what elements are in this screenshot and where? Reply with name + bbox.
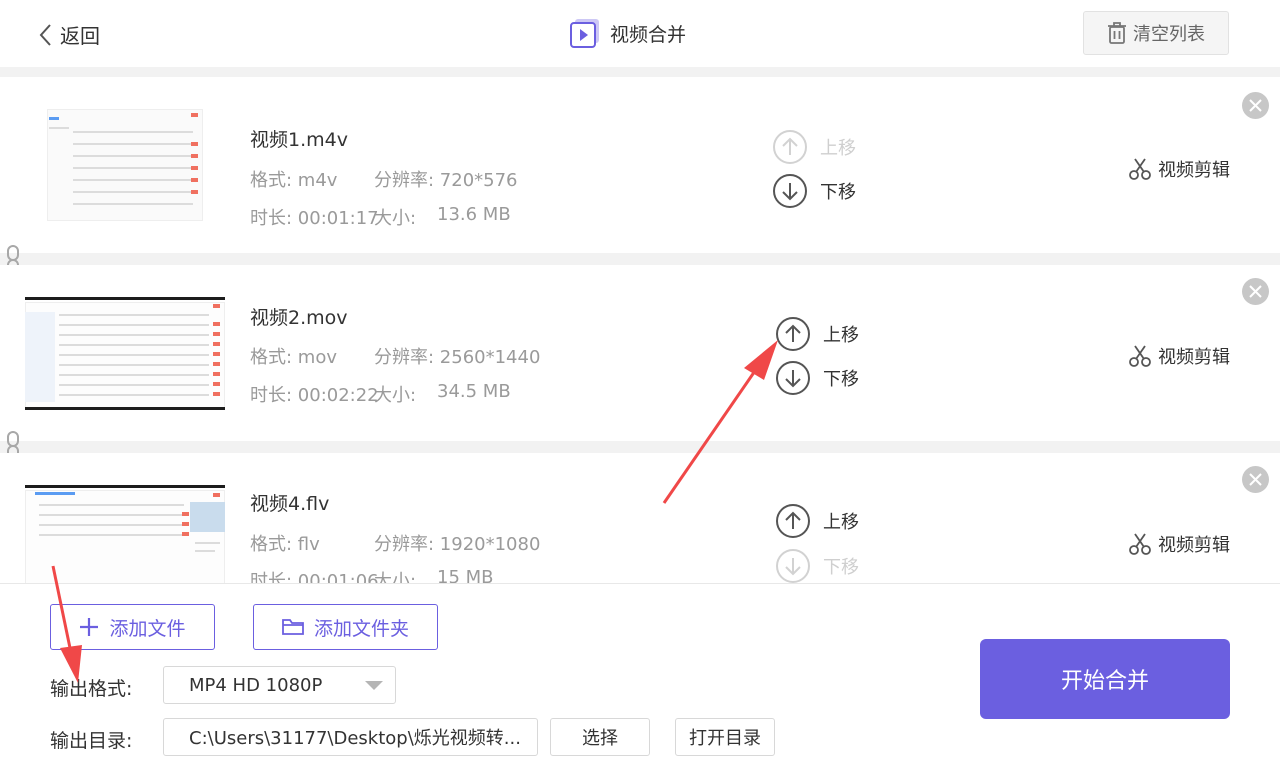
video-resolution: 分辨率: 1920*1080 bbox=[374, 534, 541, 555]
move-down-label: 下移 bbox=[823, 369, 859, 390]
video-edit-label: 视频剪辑 bbox=[1158, 347, 1230, 368]
video-format: 格式: m4v bbox=[250, 170, 338, 191]
move-up-button[interactable]: 上移 bbox=[775, 503, 859, 539]
start-merge-label: 开始合并 bbox=[1060, 669, 1149, 694]
video-resolution: 分辨率: 720*576 bbox=[374, 170, 518, 191]
move-down-button[interactable]: 下移 bbox=[775, 360, 859, 396]
arrow-up-circle-icon bbox=[773, 130, 807, 164]
video-item: 视频2.mov 格式: mov 分辨率: 2560*1440 时长: 00:02… bbox=[0, 265, 1280, 441]
arrow-down-circle-icon bbox=[776, 361, 810, 395]
video-edit-button[interactable]: 视频剪辑 bbox=[1128, 156, 1230, 182]
close-icon bbox=[1249, 99, 1262, 112]
video-duration: 时长: 00:01:17 bbox=[250, 208, 379, 229]
video-edit-button[interactable]: 视频剪辑 bbox=[1128, 531, 1230, 557]
video-item: 视频1.m4v 格式: m4v 分辨率: 720*576 时长: 00:01:1… bbox=[0, 77, 1280, 253]
close-icon bbox=[1249, 285, 1262, 298]
video-thumbnail bbox=[25, 485, 225, 583]
move-up-label: 上移 bbox=[823, 512, 859, 533]
move-up-label: 上移 bbox=[820, 138, 856, 159]
video-file-name: 视频2.mov bbox=[250, 307, 348, 329]
video-file-name: 视频1.m4v bbox=[250, 129, 348, 151]
open-dir-label: 打开目录 bbox=[689, 728, 761, 749]
scissors-icon bbox=[1129, 533, 1151, 555]
output-format-label: 输出格式: bbox=[50, 678, 133, 700]
add-file-button[interactable]: 添加文件 bbox=[50, 604, 215, 650]
remove-item-button[interactable] bbox=[1242, 278, 1269, 305]
video-edit-label: 视频剪辑 bbox=[1158, 160, 1230, 181]
move-up-label: 上移 bbox=[823, 325, 859, 346]
open-dir-button[interactable]: 打开目录 bbox=[675, 718, 775, 756]
video-format: 格式: mov bbox=[250, 347, 337, 368]
choose-dir-button[interactable]: 选择 bbox=[550, 718, 650, 756]
trash-icon bbox=[1108, 22, 1126, 44]
clear-list-label: 清空列表 bbox=[1133, 24, 1205, 45]
video-size-value: 34.5 MB bbox=[437, 381, 511, 402]
video-edit-label: 视频剪辑 bbox=[1158, 535, 1230, 556]
video-size-value: 13.6 MB bbox=[437, 204, 511, 225]
back-button[interactable]: 返回 bbox=[38, 20, 100, 49]
video-merge-icon bbox=[570, 19, 599, 48]
arrow-up-circle-icon bbox=[776, 504, 810, 538]
video-duration: 时长: 00:01:06 bbox=[250, 571, 379, 583]
video-thumbnail bbox=[25, 297, 225, 410]
header: 返回 视频合并 清空列表 bbox=[0, 0, 1280, 67]
output-dir-field[interactable]: C:\Users\31177\Desktop\烁光视频转... bbox=[163, 718, 538, 756]
video-size-label: 大小: bbox=[374, 571, 417, 583]
add-file-label: 添加文件 bbox=[109, 617, 186, 640]
remove-item-button[interactable] bbox=[1242, 92, 1269, 119]
page-title: 视频合并 bbox=[570, 18, 686, 48]
scissors-icon bbox=[1129, 158, 1151, 180]
folder-icon bbox=[282, 619, 304, 635]
remove-item-button[interactable] bbox=[1242, 466, 1269, 493]
start-merge-button[interactable]: 开始合并 bbox=[980, 639, 1230, 719]
chevron-left-icon bbox=[39, 23, 51, 46]
arrow-up-circle-icon bbox=[776, 317, 810, 351]
chevron-down-icon bbox=[365, 681, 383, 690]
scissors-icon bbox=[1129, 345, 1151, 367]
output-dir-value: C:\Users\31177\Desktop\烁光视频转... bbox=[189, 728, 521, 749]
clear-list-button[interactable]: 清空列表 bbox=[1083, 11, 1229, 55]
video-size-label: 大小: bbox=[374, 385, 417, 406]
output-dir-label: 输出目录: bbox=[50, 730, 133, 752]
move-up-button[interactable]: 上移 bbox=[772, 129, 856, 165]
video-format: 格式: flv bbox=[250, 534, 320, 555]
bottom-panel: 添加文件 添加文件夹 输出格式: MP4 HD 1080P 输出目录: C:\U… bbox=[0, 583, 1280, 769]
video-resolution: 分辨率: 2560*1440 bbox=[374, 347, 541, 368]
video-size-label: 大小: bbox=[374, 208, 417, 229]
move-down-label: 下移 bbox=[823, 557, 859, 578]
arrow-down-circle-icon bbox=[773, 174, 807, 208]
move-down-label: 下移 bbox=[820, 182, 856, 203]
output-format-select[interactable]: MP4 HD 1080P bbox=[163, 666, 396, 704]
video-size-value: 15 MB bbox=[437, 567, 494, 583]
move-down-button[interactable]: 下移 bbox=[772, 173, 856, 209]
page-title-text: 视频合并 bbox=[610, 23, 687, 46]
back-label: 返回 bbox=[60, 24, 100, 48]
arrow-down-circle-icon bbox=[776, 549, 810, 583]
plus-icon bbox=[80, 618, 99, 636]
video-item: 视频4.flv 格式: flv 分辨率: 1920*1080 时长: 00:01… bbox=[0, 453, 1280, 583]
video-thumbnail bbox=[25, 97, 225, 230]
move-up-button[interactable]: 上移 bbox=[775, 316, 859, 352]
close-icon bbox=[1249, 473, 1262, 486]
choose-dir-label: 选择 bbox=[582, 728, 618, 749]
move-down-button[interactable]: 下移 bbox=[775, 548, 859, 583]
video-duration: 时长: 00:02:22 bbox=[250, 385, 379, 406]
video-edit-button[interactable]: 视频剪辑 bbox=[1128, 343, 1230, 369]
output-format-value: MP4 HD 1080P bbox=[189, 674, 323, 696]
add-folder-button[interactable]: 添加文件夹 bbox=[253, 604, 438, 650]
video-list: 视频1.m4v 格式: m4v 分辨率: 720*576 时长: 00:01:1… bbox=[0, 67, 1280, 583]
add-folder-label: 添加文件夹 bbox=[313, 617, 409, 640]
video-file-name: 视频4.flv bbox=[250, 493, 330, 515]
